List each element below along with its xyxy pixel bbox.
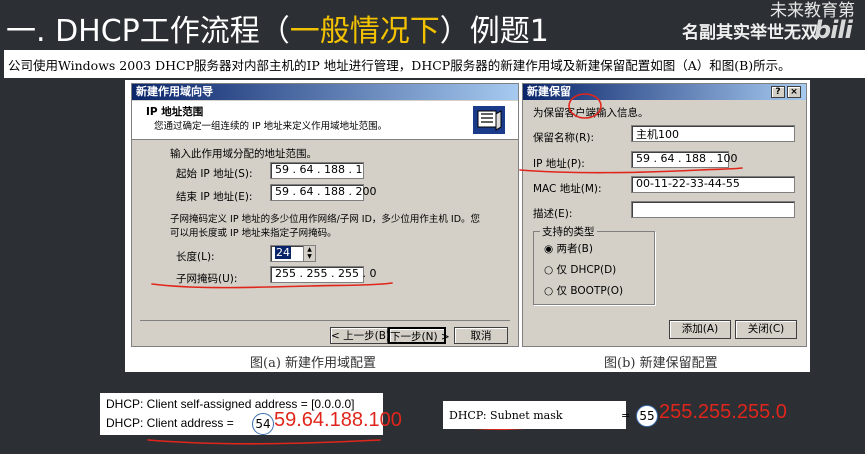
subnet-mask-answer: 255.255.255.0 xyxy=(659,401,787,423)
red-annotation-overlay xyxy=(147,93,743,445)
client-address-label: DHCP: Client address = xyxy=(106,416,234,430)
ip-underline-mark xyxy=(519,167,743,174)
subnet-mask-card: DHCP: Subnet mask = xyxy=(443,401,630,429)
question-54-badge: 54 xyxy=(252,413,274,435)
equals-sign: = xyxy=(621,409,631,422)
subnet-mask-field-label: DHCP: Subnet mask xyxy=(449,409,563,422)
mask-underline-mark xyxy=(151,282,393,289)
prompt-circle-mark xyxy=(568,93,602,119)
client-address-answer: 59.64.188.100 xyxy=(274,409,402,431)
question-55-badge: 55 xyxy=(636,405,658,427)
client-address-underline-mark xyxy=(147,439,381,445)
